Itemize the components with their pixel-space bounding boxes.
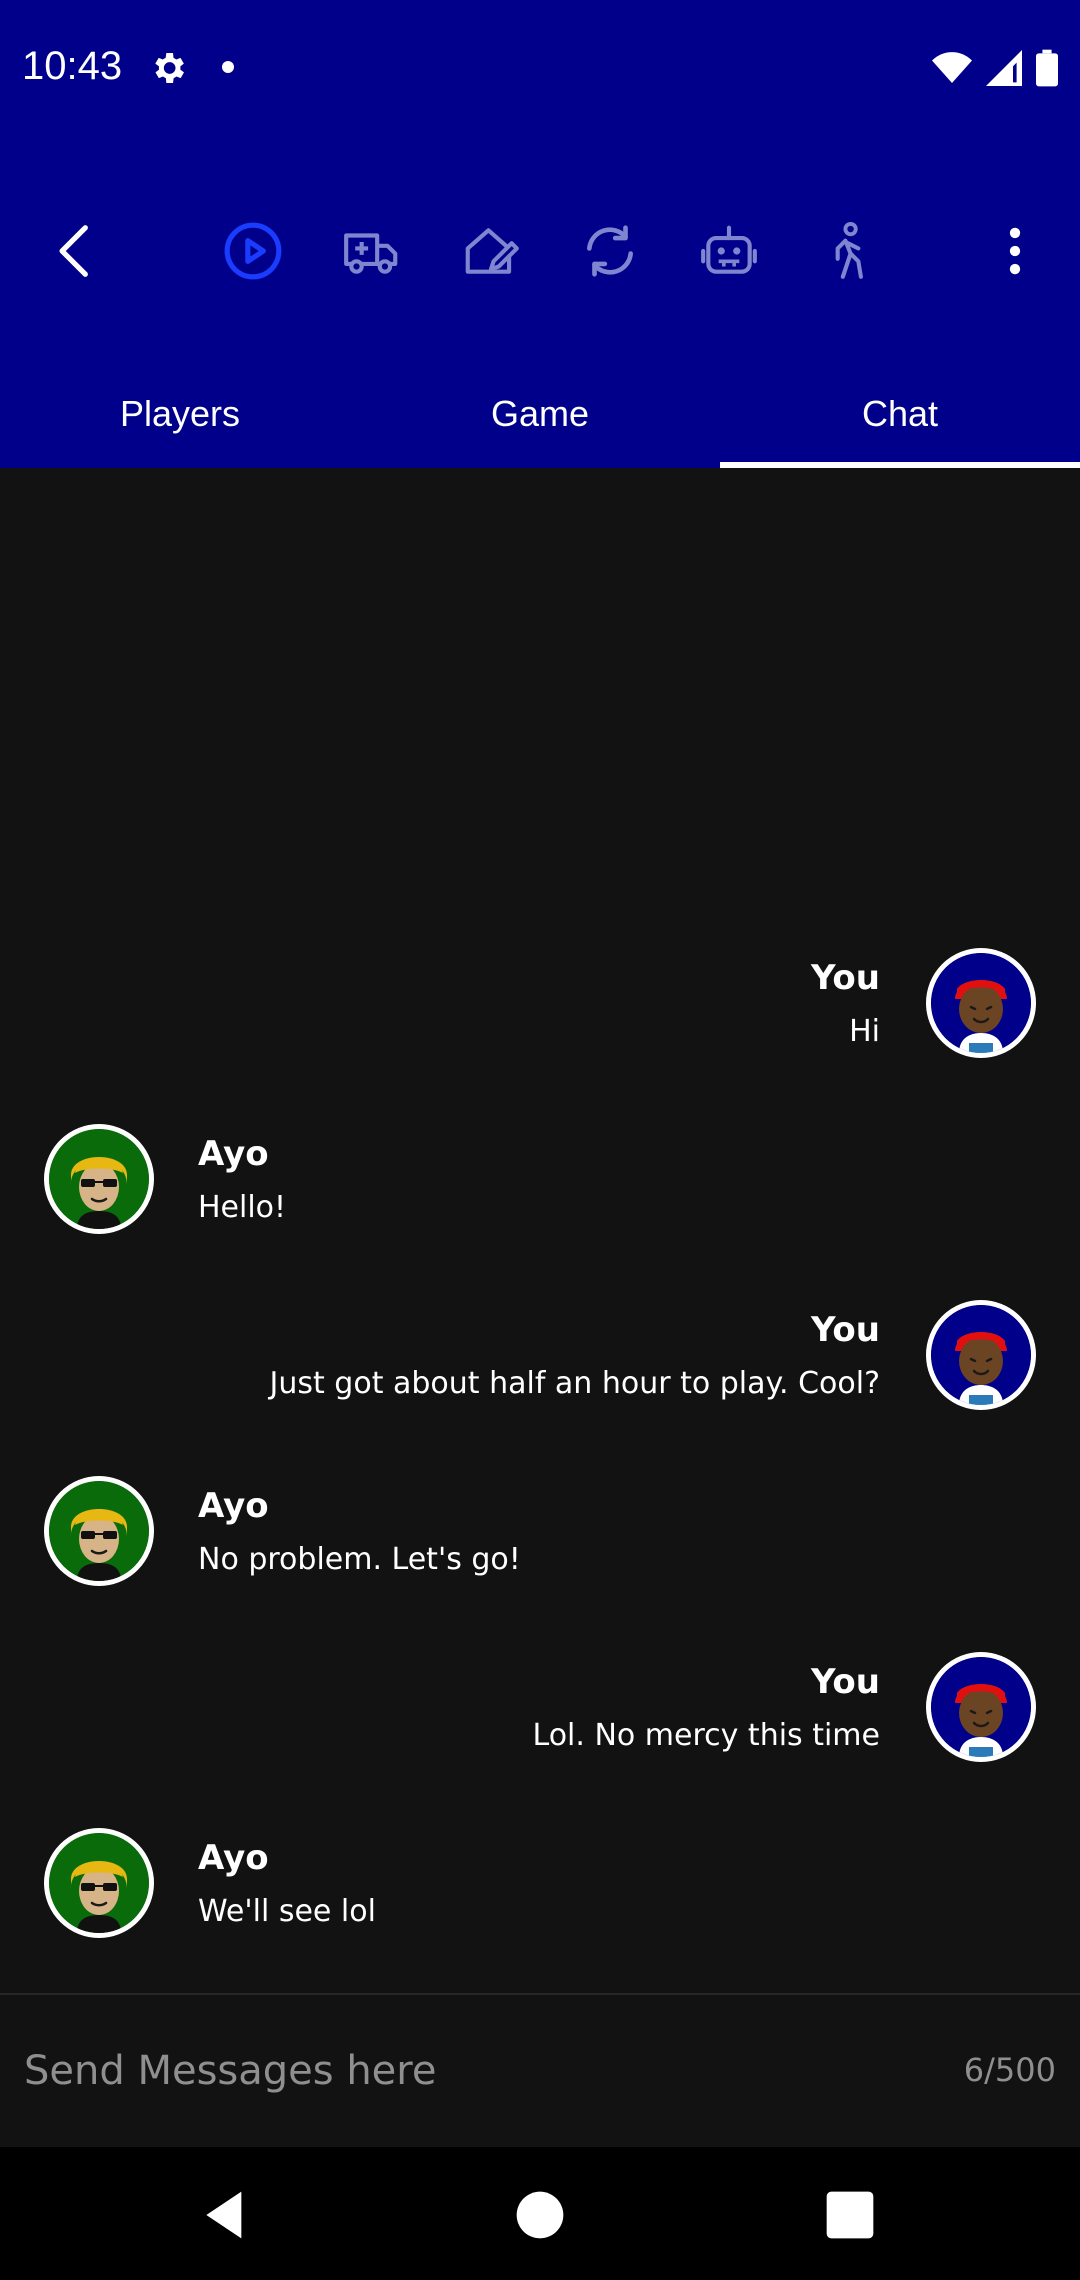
wifi-icon <box>932 52 972 83</box>
avatar-you-icon <box>931 1657 1031 1757</box>
message-input[interactable] <box>22 2025 906 2117</box>
notification-dot-icon <box>222 61 234 73</box>
ambulance-icon[interactable] <box>341 220 403 282</box>
avatar-you[interactable] <box>926 1652 1036 1762</box>
message-sender: Ayo <box>198 1838 269 1878</box>
avatar-ayo[interactable] <box>44 1124 154 1234</box>
avatar-ayo-icon <box>49 1481 149 1581</box>
walking-person-icon[interactable] <box>817 220 879 282</box>
message-text: We'll see lol <box>198 1894 376 1929</box>
cell-signal-icon <box>986 50 1022 86</box>
settings-gear-icon <box>155 53 184 83</box>
more-vert-icon[interactable] <box>984 220 1046 282</box>
chat-list: You Hi Ayo Hello! You Just got about hal… <box>0 468 1080 1993</box>
message-sender: You <box>810 958 880 998</box>
tab-chat[interactable]: Chat <box>720 360 1080 468</box>
avatar-ayo[interactable] <box>44 1476 154 1586</box>
tab-game[interactable]: Game <box>360 360 720 468</box>
message-sender: Ayo <box>198 1134 269 1174</box>
edit-home-icon[interactable] <box>460 220 522 282</box>
nav-home-icon[interactable] <box>512 2187 568 2243</box>
avatar-you[interactable] <box>926 948 1036 1058</box>
avatar-you-icon <box>931 1305 1031 1405</box>
avatar-ayo[interactable] <box>44 1828 154 1938</box>
avatar-ayo-icon <box>49 1129 149 1229</box>
message-sender: You <box>810 1310 880 1350</box>
status-time: 10:43 <box>22 44 123 88</box>
chat-message-received: Ayo Hello! <box>0 1124 1080 1244</box>
message-input-bar: 6/500 <box>0 1995 1080 2147</box>
message-text: Hello! <box>198 1190 287 1225</box>
robot-icon[interactable] <box>698 220 760 282</box>
tab-players[interactable]: Players <box>0 360 360 468</box>
avatar-you-icon <box>931 953 1031 1053</box>
system-nav-bar <box>0 2147 1080 2280</box>
message-text: No problem. Let's go! <box>198 1542 521 1577</box>
tab-bar: Players Game Chat <box>0 360 1080 468</box>
avatar-ayo-icon <box>49 1833 149 1933</box>
play-circle-icon[interactable] <box>222 220 284 282</box>
message-text: Just got about half an hour to play. Coo… <box>269 1366 880 1401</box>
chat-message-sent: You Just got about half an hour to play.… <box>0 1300 1080 1420</box>
status-bar: 10:43 <box>0 0 1080 134</box>
chat-message-sent: You Hi <box>0 948 1080 1068</box>
character-counter: 6/500 <box>963 2051 1056 2089</box>
chat-message-received: Ayo No problem. Let's go! <box>0 1476 1080 1596</box>
battery-icon <box>1036 49 1058 87</box>
nav-back-icon[interactable] <box>197 2187 253 2243</box>
chat-message-received: Ayo We'll see lol <box>0 1828 1080 1948</box>
avatar-you[interactable] <box>926 1300 1036 1410</box>
message-text: Hi <box>849 1014 880 1049</box>
toolbar <box>0 134 1080 360</box>
chat-message-sent: You Lol. No mercy this time <box>0 1652 1080 1772</box>
refresh-icon[interactable] <box>579 220 641 282</box>
message-text: Lol. No mercy this time <box>532 1718 880 1753</box>
back-arrow-icon[interactable] <box>44 220 106 282</box>
status-right-icons <box>932 46 1058 90</box>
message-sender: You <box>810 1662 880 1702</box>
nav-recents-icon[interactable] <box>822 2187 878 2243</box>
message-sender: Ayo <box>198 1486 269 1526</box>
